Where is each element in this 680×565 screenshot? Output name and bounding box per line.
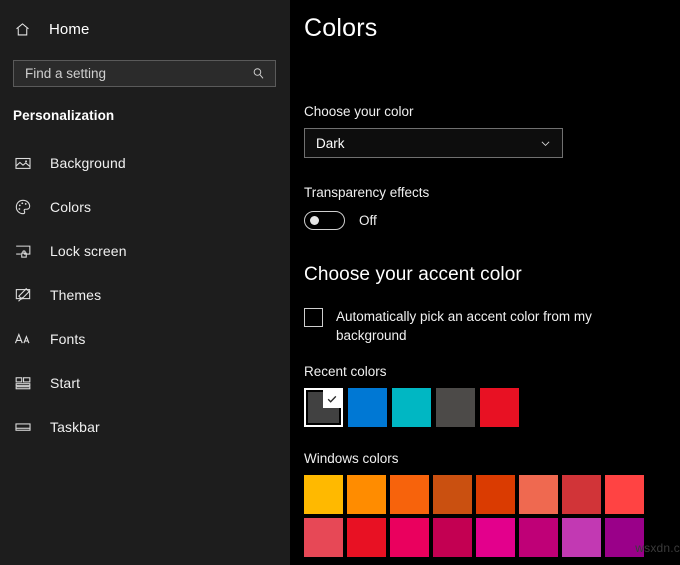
windows-color-swatch[interactable] [605, 475, 644, 514]
start-tiles-icon [14, 374, 32, 392]
windows-colors-palette [304, 475, 680, 557]
home-icon [14, 21, 31, 38]
themes-brush-icon [14, 286, 32, 304]
recent-colors-row [304, 388, 680, 427]
sidebar: Home Personalization [0, 0, 290, 565]
main-content: Colors Choose your color Dark Transparen… [290, 0, 680, 565]
windows-color-swatch[interactable] [519, 475, 558, 514]
windows-color-swatch[interactable] [519, 518, 558, 557]
windows-color-swatch[interactable] [562, 475, 601, 514]
search-icon[interactable] [251, 66, 266, 81]
dropdown-selected-value: Dark [316, 136, 345, 151]
recent-color-swatch[interactable] [304, 388, 343, 427]
sidebar-item-label: Start [50, 375, 80, 391]
page-title: Colors [304, 14, 680, 43]
image-icon [14, 154, 32, 172]
windows-color-swatch[interactable] [390, 518, 429, 557]
auto-pick-accent-row: Automatically pick an accent color from … [304, 307, 680, 345]
auto-pick-accent-checkbox[interactable] [304, 308, 323, 327]
lock-screen-icon [14, 242, 32, 260]
accent-color-heading: Choose your accent color [304, 264, 680, 286]
auto-pick-accent-label: Automatically pick an accent color from … [336, 307, 604, 345]
recent-color-swatch[interactable] [436, 388, 475, 427]
sidebar-item-home[interactable]: Home [0, 12, 290, 46]
fonts-icon [14, 330, 32, 348]
swatch-color [480, 388, 519, 427]
sidebar-item-label: Lock screen [50, 243, 127, 259]
sidebar-item-themes[interactable]: Themes [0, 273, 290, 317]
sidebar-nav: Background Colors [0, 141, 290, 449]
sidebar-item-fonts[interactable]: Fonts [0, 317, 290, 361]
windows-color-swatch[interactable] [433, 475, 472, 514]
swatch-color [392, 388, 431, 427]
toggle-knob [310, 216, 319, 225]
windows-color-swatch[interactable] [605, 518, 644, 557]
recent-color-swatch[interactable] [348, 388, 387, 427]
sidebar-item-taskbar[interactable]: Taskbar [0, 405, 290, 449]
sidebar-home-label: Home [49, 21, 89, 38]
windows-colors-label: Windows colors [304, 451, 680, 466]
recent-color-swatch[interactable] [392, 388, 431, 427]
transparency-effects-toggle[interactable] [304, 211, 345, 230]
sidebar-item-label: Colors [50, 199, 91, 215]
sidebar-item-label: Taskbar [50, 419, 100, 435]
windows-color-swatch[interactable] [476, 518, 515, 557]
chevron-down-icon [539, 137, 552, 150]
windows-color-swatch[interactable] [304, 518, 343, 557]
settings-window: Home Personalization [0, 0, 680, 565]
swatch-color [436, 388, 475, 427]
windows-color-swatch[interactable] [304, 475, 343, 514]
choose-your-color-dropdown[interactable]: Dark [304, 128, 563, 158]
sidebar-section-title: Personalization [13, 108, 290, 123]
windows-color-swatch[interactable] [562, 518, 601, 557]
windows-color-swatch[interactable] [433, 518, 472, 557]
sidebar-item-label: Fonts [50, 331, 86, 347]
search-box[interactable] [13, 60, 276, 87]
sidebar-item-lock-screen[interactable]: Lock screen [0, 229, 290, 273]
transparency-effects-label: Transparency effects [304, 185, 680, 200]
sidebar-item-label: Themes [50, 287, 101, 303]
windows-color-swatch[interactable] [390, 475, 429, 514]
windows-color-swatch[interactable] [476, 475, 515, 514]
checkmark-icon [323, 390, 341, 408]
palette-icon [14, 198, 32, 216]
transparency-state-label: Off [359, 213, 377, 228]
windows-color-swatch[interactable] [347, 475, 386, 514]
sidebar-item-background[interactable]: Background [0, 141, 290, 185]
swatch-color [348, 388, 387, 427]
sidebar-item-start[interactable]: Start [0, 361, 290, 405]
taskbar-icon [14, 418, 32, 436]
transparency-toggle-row: Off [304, 211, 680, 230]
sidebar-item-colors[interactable]: Colors [0, 185, 290, 229]
recent-colors-label: Recent colors [304, 364, 680, 379]
choose-your-color-label: Choose your color [304, 104, 680, 119]
recent-color-swatch[interactable] [480, 388, 519, 427]
sidebar-item-label: Background [50, 155, 126, 171]
search-input[interactable] [14, 61, 251, 86]
windows-color-swatch[interactable] [347, 518, 386, 557]
